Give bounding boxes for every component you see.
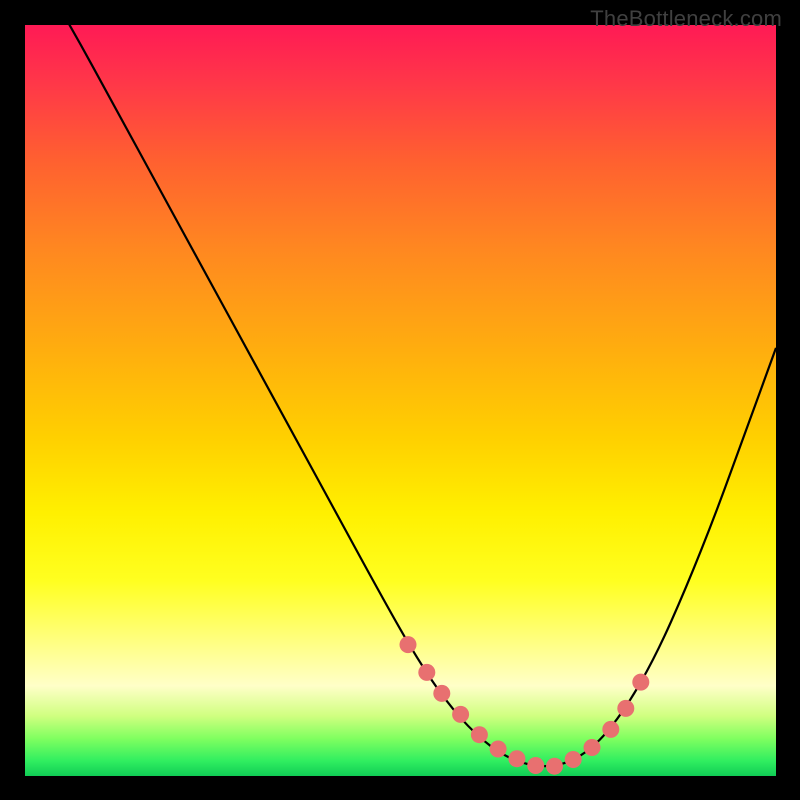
highlight-dot [508, 750, 525, 767]
highlight-dot [546, 758, 563, 775]
highlight-dot [527, 757, 544, 774]
highlight-dot [602, 721, 619, 738]
highlight-dot [471, 726, 488, 743]
attribution-label: TheBottleneck.com [590, 6, 782, 32]
chart-container: TheBottleneck.com [0, 0, 800, 800]
highlight-dot [632, 674, 649, 691]
bottleneck-curve-line [25, 25, 776, 766]
highlight-dot [490, 741, 507, 758]
plot-area [25, 25, 776, 776]
highlight-dot [565, 751, 582, 768]
highlight-dot [418, 664, 435, 681]
highlight-dot [584, 739, 601, 756]
highlight-dots-group [400, 636, 650, 775]
curve-svg [25, 25, 776, 776]
highlight-dot [433, 685, 450, 702]
highlight-dot [400, 636, 417, 653]
highlight-dot [617, 700, 634, 717]
highlight-dot [452, 706, 469, 723]
